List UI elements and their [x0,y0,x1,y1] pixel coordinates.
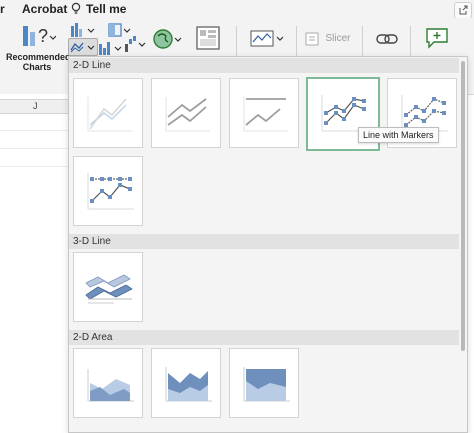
sparkline-button[interactable] [250,30,286,53]
grid-row-line [0,130,68,131]
chart-tile-stacked-area[interactable] [151,348,221,418]
100-stacked-line-thumbnail-icon [243,97,288,132]
chart-tile-100-stacked-line-with-markers[interactable] [73,156,143,226]
menu-bar: r Acrobat Tell me [0,0,474,19]
link-button[interactable] [376,30,398,53]
slicer-icon [305,32,319,46]
ribbon-separator [362,26,363,60]
section-title: 3-D Line [73,236,111,247]
section-header-3d-line: 3-D Line [69,234,459,249]
stacked-line-thumbnail-icon [165,97,210,132]
ribbon-separator [410,26,411,60]
area-thumbnail-icon [87,369,134,402]
pivotchart-icon [196,26,220,50]
recommended-charts-label: Recommended Charts [6,52,71,72]
chart-tile-area[interactable] [73,348,143,418]
line-chart-gallery: 2-D Line Line with Markers 3-D Line 2-D … [68,56,468,433]
section-header-2d-area: 2-D Area [69,330,459,345]
section-header-2d-line: 2-D Line [69,58,459,73]
comment-button[interactable] [424,26,450,55]
ribbon-separator [296,26,297,60]
ribbon-separator [236,26,237,60]
100-stacked-line-with-markers-thumbnail-icon [87,173,134,210]
section-title: 2-D Area [73,332,113,343]
pivotchart-button[interactable] [196,26,220,55]
gallery-scrollbar[interactable] [459,57,467,432]
link-icon [376,34,398,44]
chart-tile-100-stacked-line[interactable] [229,78,299,148]
svg-text:?: ? [38,26,48,46]
scrollbar-thumb[interactable] [461,61,465,351]
menu-item-acrobat[interactable]: Acrobat [22,2,67,16]
lightbulb-icon [71,2,83,19]
recommended-charts-button[interactable]: ? [22,24,57,55]
line-chart-thumbnail-icon [87,97,132,132]
menu-item-partial[interactable]: r [0,2,5,16]
column-chart-icon [71,23,95,37]
column-header[interactable]: J [0,99,68,114]
chart-tile-100-stacked-area[interactable] [229,348,299,418]
share-button[interactable] [454,2,472,19]
100-stacked-area-thumbnail-icon [243,367,290,402]
statistic-chart-icon [99,42,122,55]
slicer-button[interactable]: Slicer [305,30,350,48]
map-chart-icon [153,29,182,49]
chart-tile-3d-line[interactable] [73,252,143,322]
worksheet-area [0,94,68,431]
grid-row-line [0,148,68,149]
chart-tile-stacked-line[interactable] [151,78,221,148]
tooltip-line-with-markers: Line with Markers [358,127,439,143]
share-icon [459,5,468,15]
slicer-label: Slicer [325,33,351,45]
line-chart-icon [70,42,95,53]
stacked-area-thumbnail-icon [165,367,212,402]
line-chart-button[interactable] [68,38,98,56]
column-header-label: J [33,101,38,111]
waterfall-chart-icon [125,36,146,52]
menu-item-tell-me[interactable]: Tell me [86,2,126,16]
recommended-charts-icon: ? [23,26,57,46]
section-title: 2-D Line [73,60,111,71]
sparkline-icon [250,30,284,47]
chart-tile-line[interactable] [73,78,143,148]
map-chart-button[interactable] [152,28,184,55]
3d-line-thumbnail-icon [85,274,133,304]
grid-row-line [0,166,68,167]
comment-icon [426,28,448,49]
